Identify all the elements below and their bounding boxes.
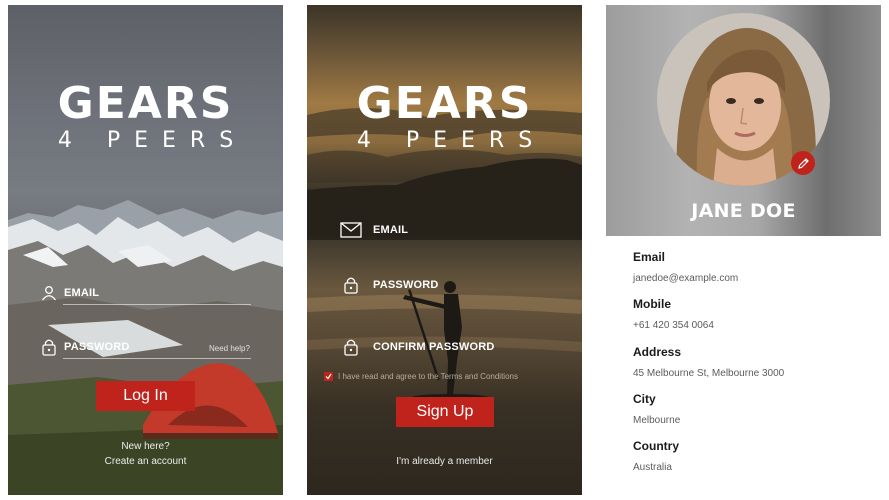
pencil-icon xyxy=(797,157,809,169)
signup-confirm-label: CONFIRM PASSWORD xyxy=(373,341,495,353)
mobile-value: +61 420 354 0064 xyxy=(633,320,714,331)
brand-logo: GEARS 4 PEERS xyxy=(8,82,283,154)
login-email-label: EMAIL xyxy=(64,287,100,299)
terms-checkbox[interactable] xyxy=(324,372,333,381)
profile-screen: JANE DOE Email janedoe@example.com Mobil… xyxy=(606,5,881,495)
already-member-link[interactable]: I'm already a member xyxy=(307,456,582,467)
email-underline xyxy=(63,304,251,305)
need-help-link[interactable]: Need help? xyxy=(209,344,250,353)
user-icon xyxy=(40,284,58,302)
logo-subtitle: 4 PEERS xyxy=(356,128,547,153)
signup-screen: GEARS 4 PEERS EMAIL PASSWORD CONFIRM PAS… xyxy=(307,5,582,495)
edit-avatar-button[interactable] xyxy=(791,151,815,175)
profile-header: JANE DOE xyxy=(606,5,881,236)
mobile-label: Mobile xyxy=(633,297,671,311)
brand-logo: GEARS 4 PEERS xyxy=(307,82,582,154)
login-button[interactable]: Log In xyxy=(96,381,195,411)
lock-icon xyxy=(40,338,58,356)
address-label: Address xyxy=(633,345,682,359)
envelope-icon xyxy=(339,221,363,239)
logo-title: GEARS xyxy=(356,78,533,129)
login-password-field[interactable]: PASSWORD xyxy=(40,338,130,356)
country-value: Australia xyxy=(633,462,672,473)
email-value: janedoe@example.com xyxy=(633,273,739,284)
lock-icon xyxy=(342,276,360,294)
signup-email-field[interactable]: EMAIL xyxy=(339,221,408,239)
city-value: Melbourne xyxy=(633,415,681,426)
logo-title: GEARS xyxy=(57,78,234,129)
login-email-field[interactable]: EMAIL xyxy=(40,284,99,302)
terms-text: I have read and agree to the Terms and C… xyxy=(338,372,518,381)
signup-confirm-password-field[interactable]: CONFIRM PASSWORD xyxy=(342,338,495,356)
profile-name: JANE DOE xyxy=(691,200,796,222)
new-here-text: New here? xyxy=(121,441,170,452)
address-value: 45 Melbourne St, Melbourne 3000 xyxy=(633,368,785,379)
signup-password-field[interactable]: PASSWORD xyxy=(342,276,439,294)
city-label: City xyxy=(633,392,656,406)
create-account-link[interactable]: Create an account xyxy=(8,456,283,467)
logo-subtitle: 4 PEERS xyxy=(57,128,248,153)
terms-agreement[interactable]: I have read and agree to the Terms and C… xyxy=(324,372,518,381)
login-screen: GEARS 4 PEERS EMAIL PASSWORD Need help? … xyxy=(8,5,283,495)
signup-password-label: PASSWORD xyxy=(373,279,439,291)
password-underline xyxy=(63,358,251,359)
checkmark-icon xyxy=(325,373,332,380)
login-password-label: PASSWORD xyxy=(64,341,130,353)
country-label: Country xyxy=(633,439,679,453)
signup-button[interactable]: Sign Up xyxy=(396,397,494,427)
signup-email-label: EMAIL xyxy=(373,224,409,236)
email-label: Email xyxy=(633,250,666,264)
lock-icon xyxy=(342,338,360,356)
